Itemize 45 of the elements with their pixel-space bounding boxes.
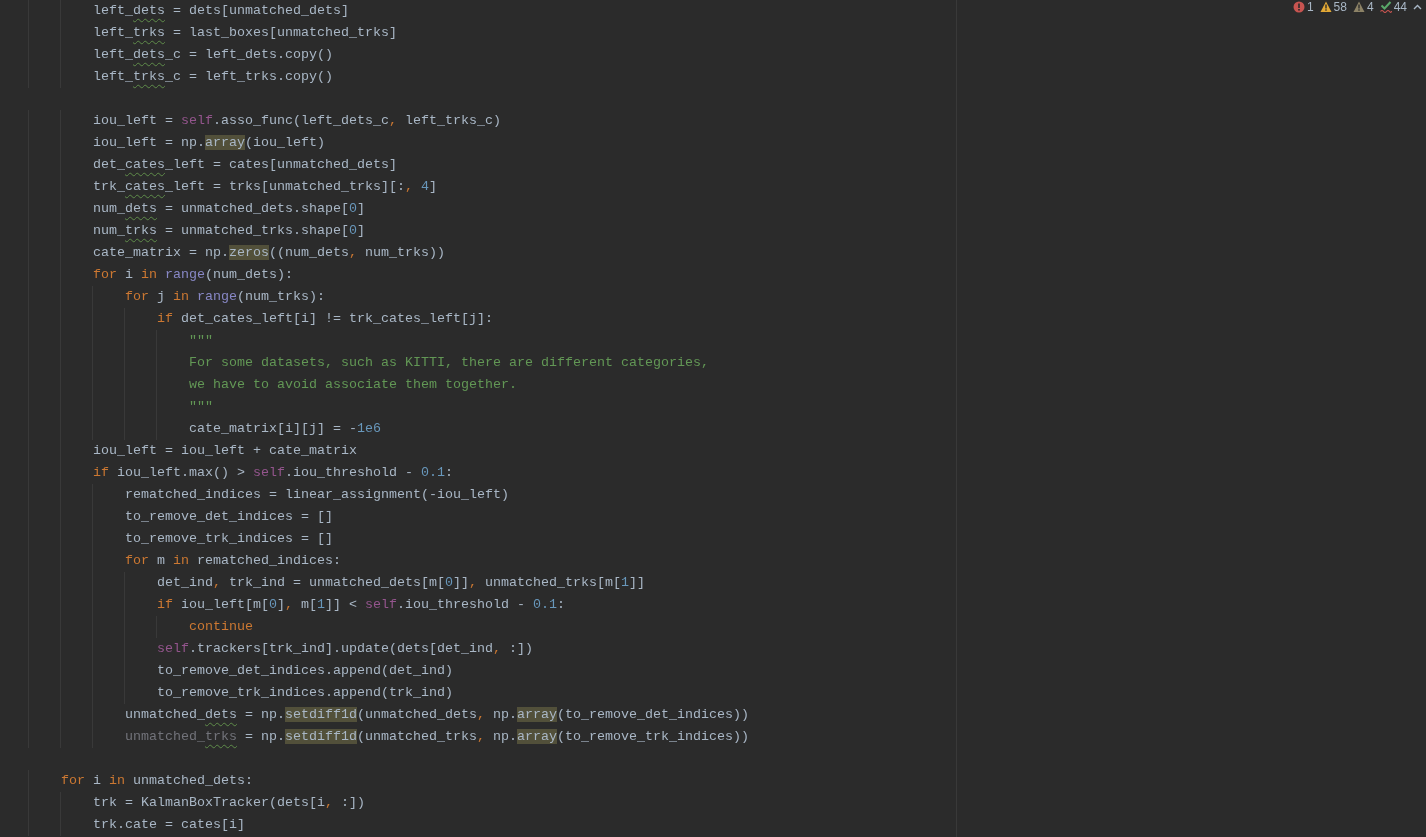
warning-icon[interactable] [1319, 1, 1332, 13]
code-line: num_dets = unmatched_dets.shape[0] [92, 200, 365, 218]
problem-count[interactable]: 1 [1306, 1, 1314, 13]
code-line: we have to avoid associate them together. [188, 376, 517, 394]
code-line: left_trks = last_boxes[unmatched_trks] [92, 24, 397, 42]
code-line: iou_left = iou_left + cate_matrix [92, 442, 357, 460]
code-line: cate_matrix = np.zeros((num_dets, num_trks)) [92, 244, 445, 262]
code-line: for j in range(num_trks): [124, 288, 325, 306]
code-line: trk = KalmanBoxTracker(dets[i, :]) [92, 794, 365, 812]
code-line: iou_left = np.array(iou_left) [92, 134, 325, 152]
code-line: cate_matrix[i][j] = -1e6 [188, 420, 381, 438]
code-line: to_remove_trk_indices = [] [124, 530, 333, 548]
code-line: left_dets_c = left_dets.copy() [92, 46, 333, 64]
code-line: For some datasets, such as KITTI, there are different categories, [188, 354, 709, 372]
code-line: for i in unmatched_dets: [60, 772, 253, 790]
code-line: trk_cates_left = trks[unmatched_trks][:, 4] [92, 178, 437, 196]
chevron-up-icon[interactable] [1413, 4, 1422, 10]
check-icon[interactable] [1379, 1, 1392, 13]
code-line: for i in range(num_dets): [92, 266, 293, 284]
code-line: to_remove_det_indices = [] [124, 508, 333, 526]
code-line: """ [188, 332, 213, 350]
code-line: unmatched_trks = np.setdiff1d(unmatched_trks, np.array(to_remove_trk_indices)) [124, 728, 749, 746]
code-line: if iou_left.max() > self.iou_threshold - 0.1: [92, 464, 453, 482]
code-line: num_trks = unmatched_trks.shape[0] [92, 222, 365, 240]
code-line: left_dets = dets[unmatched_dets] [92, 2, 349, 20]
code-line: det_ind, trk_ind = unmatched_dets[m[0]], unmatched_trks[m[1]] [156, 574, 645, 592]
code-line: det_cates_left = cates[unmatched_dets] [92, 156, 397, 174]
code-line: """ [188, 398, 213, 416]
code-line: unmatched_dets = np.setdiff1d(unmatched_dets, np.array(to_remove_det_indices)) [124, 706, 749, 724]
code-line: rematched_indices = linear_assignment(-iou_left) [124, 486, 509, 504]
code-line: iou_left = self.asso_func(left_dets_c, left_trks_c) [92, 112, 501, 130]
error-icon[interactable] [1292, 1, 1305, 13]
code-line: self.trackers[trk_ind].update(dets[det_ind, :]) [156, 640, 533, 658]
warning-icon[interactable] [1352, 1, 1365, 13]
problem-count[interactable]: 4 [1366, 1, 1374, 13]
problem-count[interactable]: 44 [1393, 1, 1407, 13]
code-line: trk.cate = cates[i] [92, 816, 245, 834]
code-line: left_trks_c = left_trks.copy() [92, 68, 333, 86]
code-line: to_remove_det_indices.append(det_ind) [156, 662, 453, 680]
problem-count[interactable]: 58 [1333, 1, 1347, 13]
code-line: to_remove_trk_indices.append(trk_ind) [156, 684, 453, 702]
code-line: if iou_left[m[0], m[1]] < self.iou_threshold - 0.1: [156, 596, 565, 614]
code-line: for m in rematched_indices: [124, 552, 341, 570]
code-line: if det_cates_left[i] != trk_cates_left[j]: [156, 310, 493, 328]
code-line: continue [188, 618, 253, 636]
